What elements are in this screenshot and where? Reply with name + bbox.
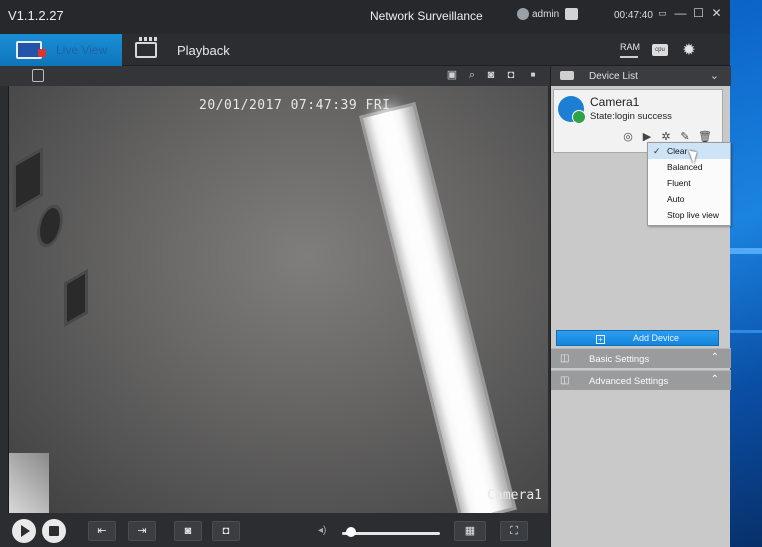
camera-settings-icon: ◫ [560,353,570,364]
snapshot-icon[interactable]: ◙ [485,69,497,81]
device-list-header[interactable]: Device List ⌄ [551,66,731,86]
main-toolbar: Live View Playback RAM cpu ✹ [0,34,730,66]
stop-icon[interactable]: ■ [527,69,539,81]
add-device-button[interactable]: + Add Device [556,330,719,346]
desktop-light-ray [730,248,762,254]
clock: 00:47:40 [614,10,653,21]
volume-icon[interactable]: ◂) [318,525,326,536]
menu-item-stop-live-view[interactable]: Stop live view [648,207,730,223]
zoom-icon[interactable]: ⌕ [466,69,478,81]
chevron-up-icon[interactable]: ⌃ [711,374,719,385]
floor-highlight [9,453,49,513]
menu-item-auto[interactable]: Auto [648,191,730,207]
device-list-icon [560,71,574,80]
screen-icon[interactable]: ▭ [656,7,669,20]
ram-icon[interactable]: RAM [620,43,640,58]
basic-settings-label: Basic Settings [589,354,650,365]
ceiling-vent [13,147,43,213]
fullscreen-button[interactable]: ⛶ [500,521,528,541]
volume-slider[interactable] [342,532,440,535]
tab-live-view-label: Live View [56,43,108,57]
app-title: Network Surveillance [370,9,483,23]
previous-window-button[interactable]: ⇤ [88,521,116,541]
user-info[interactable]: admin [517,8,579,20]
user-name: admin [532,8,560,20]
advanced-settings-label: Advanced Settings [589,376,669,387]
add-device-label: Add Device [632,333,680,343]
camera-status-icon [558,96,586,124]
advanced-settings-section[interactable]: ◫ Advanced Settings ⌃ [551,370,731,390]
chevron-up-icon[interactable]: ⌃ [711,352,719,363]
stream-type-menu: ✓ Clear Balanced Fluent Auto Stop live v… [647,142,731,226]
live-video[interactable]: 20/01/2017 07:47:39 FRI Camera1 [8,86,548,513]
next-window-button[interactable]: ⇥ [128,521,156,541]
ceiling-fixture [37,198,63,254]
camera-settings-icon: ◫ [560,375,570,386]
record-icon[interactable]: ◘ [505,69,517,81]
basic-settings-section[interactable]: ◫ Basic Settings ⌃ [551,348,731,368]
maximize-button[interactable]: ☐ [692,7,705,20]
ceiling-lamp [359,101,517,513]
desktop-light-ray [730,330,762,333]
desktop-background [730,0,762,547]
right-panel: Device List ⌄ Camera1 State:login succes… [550,66,731,547]
playback-controls: ⇤ ⇥ ◙ ◘ ◂) ▦ ⛶ [0,513,550,547]
app-version: V1.1.2.27 [8,8,64,23]
video-header: ▣ ⌕ ◙ ◘ ■ [0,66,550,86]
network-icon [565,8,579,20]
ptz-icon[interactable]: ◎ [622,131,634,143]
chevron-down-icon[interactable]: ⌄ [710,69,719,82]
menu-item-label: Balanced [667,162,703,172]
tab-live-view[interactable]: Live View [0,34,122,66]
fullscreen-icon[interactable]: ▣ [446,69,458,81]
osd-timestamp: 20/01/2017 07:47:39 FRI [199,98,391,113]
device-name: Camera1 [590,95,640,109]
menu-item-label: Auto [667,194,685,204]
volume-slider-handle[interactable] [346,527,357,537]
live-view-icon [16,41,46,59]
menu-item-label: Clear [667,146,688,156]
layout-grid-button[interactable]: ▦ [454,521,486,541]
device-list-label: Device List [589,71,638,82]
user-icon [517,8,529,20]
menu-item-fluent[interactable]: Fluent [648,175,730,191]
menu-item-label: Stop live view [667,210,719,220]
snapshot-button[interactable]: ◙ [174,521,202,541]
gear-icon[interactable]: ✹ [681,43,697,59]
tab-playback-label: Playback [177,42,230,58]
record-button[interactable]: ◘ [212,521,240,541]
cpu-icon[interactable]: cpu [652,44,668,56]
osd-camera-name: Camera1 [487,488,542,503]
plus-icon: + [595,335,605,344]
device-state: State:login success [590,111,672,122]
play-button[interactable] [12,519,36,543]
camera-view-icon[interactable] [32,69,44,82]
menu-item-label: Fluent [667,178,691,188]
title-bar: V1.1.2.27 Network Surveillance admin 00:… [0,0,730,34]
stop-button[interactable] [42,519,66,543]
close-button[interactable]: ✕ [710,7,723,20]
app-window: V1.1.2.27 Network Surveillance admin 00:… [0,0,731,547]
menu-item-balanced[interactable]: Balanced [648,159,730,175]
tab-playback[interactable]: Playback [135,34,230,66]
minimize-button[interactable]: — [674,7,687,20]
ceiling-vent [64,269,88,327]
checkmark-icon: ✓ [653,146,661,156]
clapperboard-icon [135,37,157,58]
